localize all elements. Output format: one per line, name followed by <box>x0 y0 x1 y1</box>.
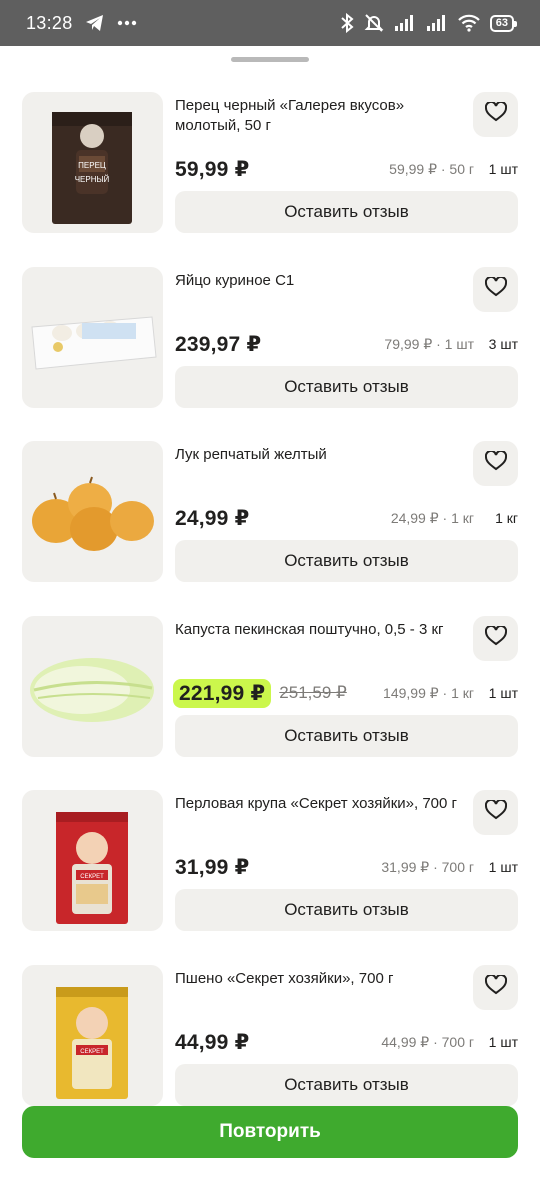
price-row: 31,99 ₽ 31,99 ₽ · 700 г 1 шт <box>175 852 518 882</box>
order-sheet: ПЕРЕЦ ЧЕРНЫЙ Перец черный «Галерея вкусо… <box>0 46 540 1200</box>
signal-icon <box>394 14 416 32</box>
list-item: ПЕРЕЦ ЧЕРНЫЙ Перец черный «Галерея вкусо… <box>22 92 518 234</box>
signal-icon <box>426 14 448 32</box>
product-image[interactable] <box>22 441 163 582</box>
product-title[interactable]: Перец черный «Галерея вкусов» молотый, 5… <box>175 96 465 136</box>
favorite-button[interactable] <box>473 790 518 835</box>
product-image[interactable] <box>22 267 163 408</box>
product-title[interactable]: Яйцо куриное С1 <box>175 271 465 291</box>
quantity: 1 кг <box>495 510 518 526</box>
product-image[interactable]: СЕКРЕТ <box>22 965 163 1106</box>
more-icon <box>117 20 137 26</box>
leave-review-button[interactable]: Оставить отзыв <box>175 191 518 233</box>
price: 24,99 ₽ <box>175 506 250 530</box>
price: 59,99 ₽ <box>175 157 250 181</box>
repeat-order-button[interactable]: Повторить <box>22 1106 518 1158</box>
unit-price: 59,99 ₽ · 50 г <box>389 160 474 177</box>
product-title[interactable]: Перловая крупа «Секрет хозяйки», 700 г <box>175 794 465 814</box>
favorite-button[interactable] <box>473 441 518 486</box>
product-list[interactable]: ПЕРЕЦ ЧЕРНЫЙ Перец черный «Галерея вкусо… <box>0 92 540 1132</box>
product-title[interactable]: Пшено «Секрет хозяйки», 700 г <box>175 969 465 989</box>
price-row: 239,97 ₽ 79,99 ₽ · 1 шт 3 шт <box>175 329 518 359</box>
heart-icon <box>484 100 507 127</box>
price-row: 59,99 ₽ 59,99 ₽ · 50 г 1 шт <box>175 154 518 184</box>
list-item: Яйцо куриное С1 239,97 ₽ 79,99 ₽ · 1 шт … <box>22 267 518 409</box>
product-image[interactable]: СЕКРЕТ <box>22 790 163 931</box>
quantity: 1 шт <box>488 859 518 875</box>
bluetooth-icon <box>340 13 354 33</box>
svg-text:СЕКРЕТ: СЕКРЕТ <box>80 874 104 880</box>
svg-text:ПЕРЕЦ: ПЕРЕЦ <box>78 161 106 170</box>
product-title[interactable]: Лук репчатый желтый <box>175 445 465 465</box>
wifi-icon <box>457 14 480 32</box>
status-bar: 13:28 63 <box>0 0 540 46</box>
unit-price: 149,99 ₽ · 1 кг <box>383 684 474 701</box>
heart-icon <box>484 275 507 302</box>
svg-text:ЧЕРНЫЙ: ЧЕРНЫЙ <box>75 175 110 184</box>
price-row: 44,99 ₽ 44,99 ₽ · 700 г 1 шт <box>175 1027 518 1057</box>
price: 31,99 ₽ <box>175 855 250 879</box>
telegram-icon <box>85 14 105 32</box>
quantity: 1 шт <box>488 685 518 701</box>
quantity: 1 шт <box>488 1034 518 1050</box>
heart-icon <box>484 973 507 1000</box>
heart-icon <box>484 624 507 651</box>
unit-price: 31,99 ₽ · 700 г <box>381 858 474 875</box>
unit-price: 44,99 ₽ · 700 г <box>381 1033 474 1050</box>
leave-review-button[interactable]: Оставить отзыв <box>175 366 518 408</box>
quantity: 3 шт <box>488 336 518 352</box>
quantity: 1 шт <box>488 161 518 177</box>
product-image[interactable]: ПЕРЕЦ ЧЕРНЫЙ <box>22 92 163 233</box>
bell-muted-icon <box>364 13 384 33</box>
favorite-button[interactable] <box>473 616 518 661</box>
battery-icon: 63 <box>489 14 518 32</box>
favorite-button[interactable] <box>473 965 518 1010</box>
sheet-drag-handle[interactable] <box>231 57 309 62</box>
price: 239,97 ₽ <box>175 332 262 356</box>
promo-price: 221,99 ₽ <box>173 678 272 708</box>
unit-price: 79,99 ₽ · 1 шт <box>384 335 474 352</box>
unit-price: 24,99 ₽ · 1 кг <box>390 509 474 526</box>
leave-review-button[interactable]: Оставить отзыв <box>175 715 518 757</box>
price-row: 221,99 ₽ 251,59 ₽ 149,99 ₽ · 1 кг 1 шт <box>173 678 518 708</box>
list-item: Капуста пекинская поштучно, 0,5 - 3 кг 2… <box>22 616 518 758</box>
clock: 13:28 <box>26 12 73 33</box>
list-item: СЕКРЕТ Перловая крупа «Секрет хозяйки», … <box>22 790 518 932</box>
product-title[interactable]: Капуста пекинская поштучно, 0,5 - 3 кг <box>175 620 465 640</box>
favorite-button[interactable] <box>473 267 518 312</box>
leave-review-button[interactable]: Оставить отзыв <box>175 889 518 931</box>
price: 44,99 ₽ <box>175 1030 250 1054</box>
list-item: Лук репчатый желтый 24,99 ₽ 24,99 ₽ · 1 … <box>22 441 518 583</box>
price-row: 24,99 ₽ 24,99 ₽ · 1 кг 1 кг <box>175 503 518 533</box>
old-price: 251,59 ₽ <box>279 683 347 702</box>
product-image[interactable] <box>22 616 163 757</box>
leave-review-button[interactable]: Оставить отзыв <box>175 540 518 582</box>
leave-review-button[interactable]: Оставить отзыв <box>175 1064 518 1106</box>
svg-text:СЕКРЕТ: СЕКРЕТ <box>80 1049 104 1055</box>
favorite-button[interactable] <box>473 92 518 137</box>
heart-icon <box>484 449 507 476</box>
heart-icon <box>484 798 507 825</box>
list-item: СЕКРЕТ Пшено «Секрет хозяйки», 700 г 44,… <box>22 965 518 1107</box>
